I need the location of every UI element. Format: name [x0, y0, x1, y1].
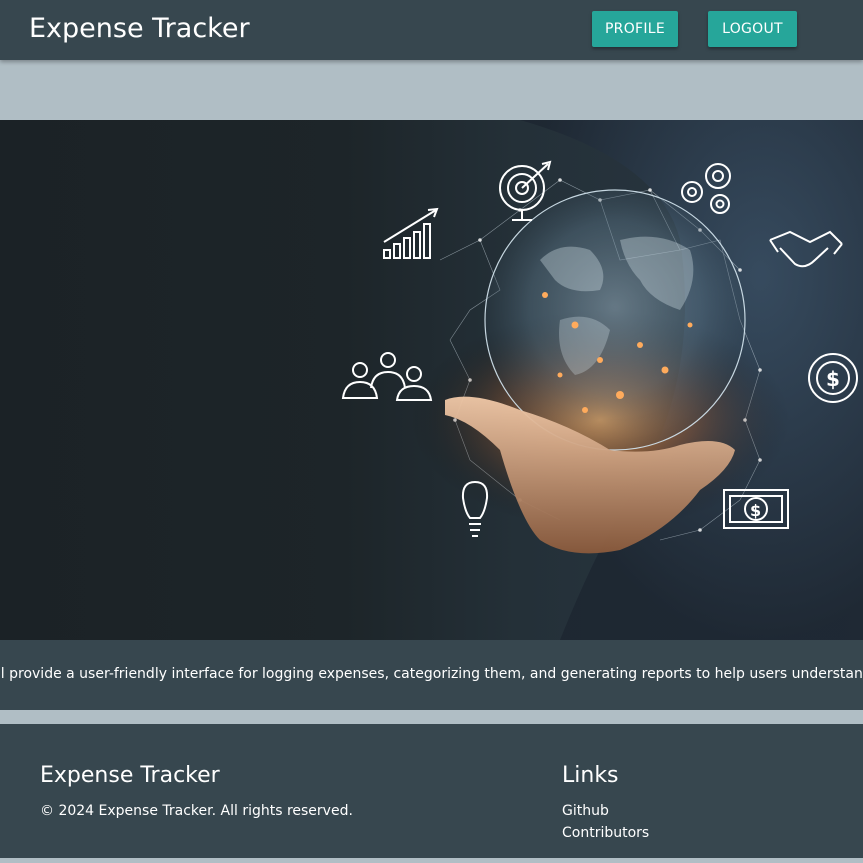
growth-chart-icon — [383, 207, 439, 259]
svg-text:$: $ — [750, 501, 761, 520]
hero-image: $ $ — [0, 120, 863, 640]
hero-illustration: $ $ — [341, 120, 863, 640]
marquee-text: ill provide a user-friendly interface fo… — [0, 666, 863, 682]
footer-links-title: Links — [562, 763, 619, 788]
svg-text:$: $ — [826, 367, 840, 391]
profile-button[interactable]: PROFILE — [592, 11, 678, 47]
logout-button[interactable]: LOGOUT — [708, 11, 797, 47]
marquee-bar: ill provide a user-friendly interface fo… — [0, 640, 863, 710]
dollar-coin-icon: $ — [808, 353, 858, 403]
navbar: Expense Tracker PROFILE LOGOUT — [0, 0, 863, 60]
footer-copyright: © 2024 Expense Tracker. All rights reser… — [40, 803, 353, 819]
footer: Expense Tracker © 2024 Expense Tracker. … — [0, 724, 863, 858]
footer-title: Expense Tracker — [40, 763, 220, 788]
github-link[interactable]: Github — [562, 801, 609, 821]
target-icon — [499, 160, 552, 221]
contributors-link[interactable]: Contributors — [562, 823, 649, 843]
brand-logo[interactable]: Expense Tracker — [29, 11, 250, 47]
